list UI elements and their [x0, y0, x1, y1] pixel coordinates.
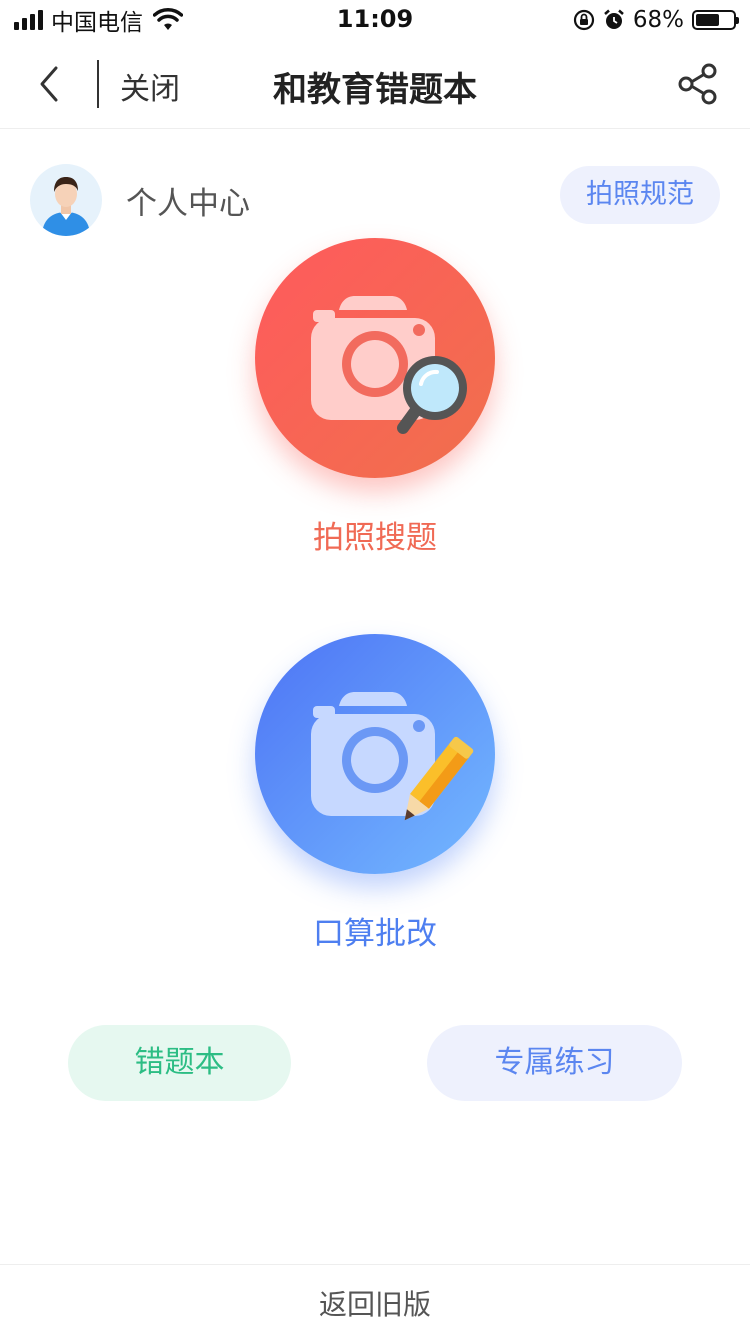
chevron-left-icon [40, 66, 58, 102]
camera-search-icon [311, 296, 467, 434]
photo-guide-button[interactable]: 拍照规范 [560, 166, 720, 224]
share-icon [678, 63, 717, 105]
battery-fill [696, 14, 720, 26]
page-title: 和教育错题本 [273, 70, 477, 110]
mental-math-check-button[interactable] [255, 634, 495, 874]
nav-bar: 关闭 和教育错题本 [0, 40, 750, 129]
photo-search-label[interactable]: 拍照搜题 [0, 512, 750, 557]
battery-icon [692, 10, 739, 30]
wrong-question-book-button[interactable]: 错题本 [68, 1025, 291, 1101]
status-right: 68% [573, 6, 739, 34]
alarm-icon [604, 9, 624, 29]
photo-search-button[interactable] [255, 238, 495, 478]
user-avatar-icon [30, 164, 102, 236]
nav-divider [97, 60, 99, 108]
return-old-version-link[interactable]: 返回旧版 [0, 1283, 750, 1323]
status-bar: 中国电信 11:09 68% [0, 0, 750, 40]
close-button[interactable]: 关闭 [120, 64, 180, 108]
exclusive-practice-button[interactable]: 专属练习 [427, 1025, 682, 1101]
share-button[interactable] [676, 62, 720, 106]
personal-center-label: 个人中心 [126, 185, 250, 222]
mental-math-check-label[interactable]: 口算批改 [0, 908, 750, 953]
footer-bar: 返回旧版 [0, 1264, 750, 1335]
personal-center-link[interactable]: 个人中心 [30, 164, 250, 236]
battery-percent: 68% [632, 7, 684, 33]
camera-pencil-icon [311, 692, 474, 821]
back-button[interactable] [30, 62, 70, 106]
rotation-lock-icon [573, 9, 594, 31]
